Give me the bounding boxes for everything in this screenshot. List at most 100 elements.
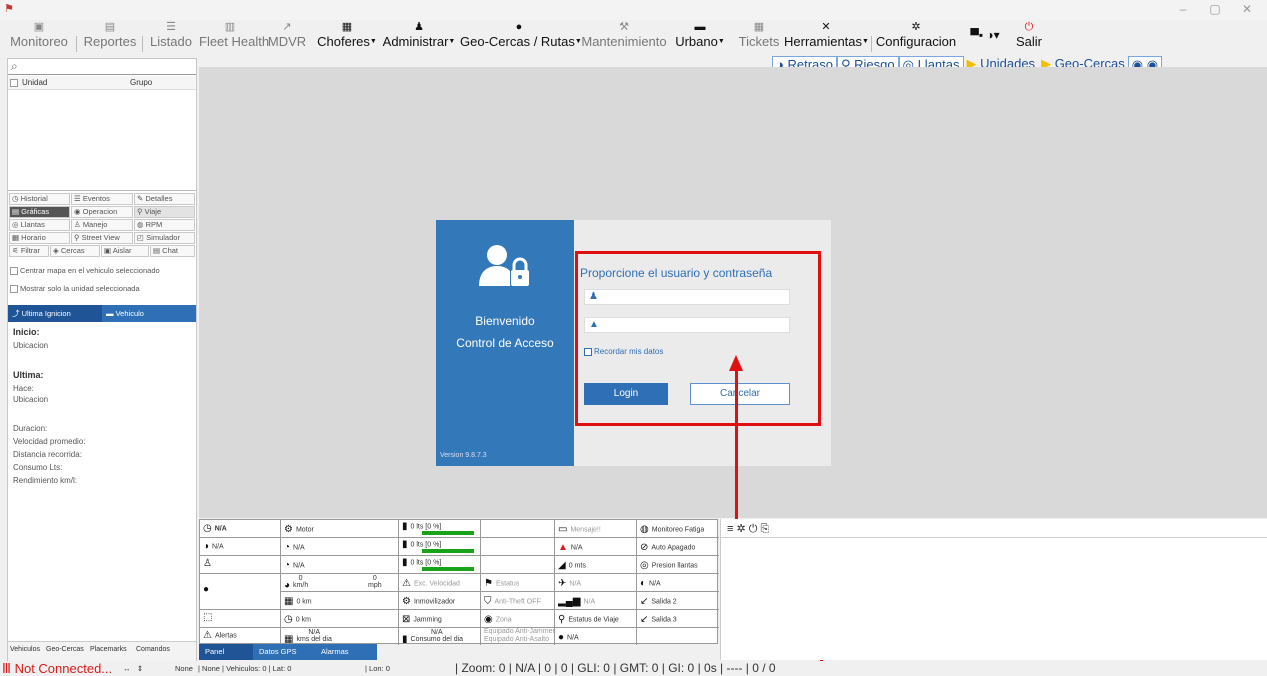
tire-pressure: ◎ Presion llantas bbox=[640, 560, 698, 571]
speed-kmh: ◕0 km/h bbox=[284, 575, 309, 591]
menu-label: Mantenimiento bbox=[581, 34, 667, 49]
center-map-checkbox[interactable]: Centrar mapa en el vehiculo seleccionado bbox=[10, 266, 160, 276]
menu-label: Tickets bbox=[738, 34, 780, 49]
command-tool-icons[interactable]: ≡ ✲ ⏻ ⎘ bbox=[727, 522, 769, 536]
aislar-button[interactable]: ▣ Aislar bbox=[101, 245, 149, 257]
menu-urbano[interactable]: ▬ Urbano▼ bbox=[669, 20, 731, 56]
velocidad-label: Velocidad promedio: bbox=[13, 437, 86, 446]
geocercas-toggle[interactable]: ▶ Geo-Cercas bbox=[1038, 56, 1128, 67]
minimize-button[interactable]: – bbox=[1168, 2, 1198, 16]
annotation-highlight-box bbox=[575, 251, 821, 426]
menu-tickets[interactable]: ▦ Tickets bbox=[735, 20, 783, 56]
llantas-button[interactable]: ◎ Llantas bbox=[9, 219, 70, 231]
tab-ultima-ignicion[interactable]: ⤴ Ultima Ignicion bbox=[8, 305, 102, 322]
retraso-toggle[interactable]: ◑ Retraso bbox=[772, 56, 837, 67]
menu-label: Listado bbox=[150, 34, 192, 49]
tab-geocercas[interactable]: Geo-Cercas bbox=[46, 646, 84, 653]
tab-vehiculo[interactable]: ▬ Vehiculo bbox=[102, 305, 196, 322]
button-row: ◎ Llantas ♙ Manejo ◍ RPM bbox=[8, 219, 196, 231]
unit-grid[interactable] bbox=[8, 90, 196, 191]
menu-label: Urbano▼ bbox=[675, 34, 725, 49]
menu-administrar[interactable]: ♟ Administrar▼ bbox=[380, 20, 458, 56]
tab-panel[interactable]: Panel bbox=[199, 644, 253, 660]
driver-icon: ♙ bbox=[203, 558, 212, 569]
welcome-text: Bienvenido bbox=[475, 314, 535, 328]
column-grupo[interactable]: Grupo bbox=[130, 78, 152, 87]
menu-herramientas[interactable]: ✕ Herramientas▼ bbox=[784, 20, 869, 56]
search-input[interactable]: ⌕ bbox=[8, 59, 196, 75]
tab-alarmas[interactable]: Alarmas bbox=[315, 644, 377, 660]
fatigue-monitor: ◍ Monitoreo Fatiga bbox=[640, 524, 705, 535]
inicio-ubicacion: Ubicacion bbox=[13, 341, 49, 350]
menu-choferes[interactable]: ▦ Choferes▼ bbox=[314, 20, 380, 56]
cercas-button[interactable]: ◈ Cercas bbox=[50, 245, 100, 257]
maximize-button[interactable]: ▢ bbox=[1200, 2, 1230, 16]
tab-placemarks[interactable]: Placemarks bbox=[90, 646, 127, 653]
menu-monitoreo[interactable]: ▣ Monitoreo bbox=[4, 20, 74, 56]
chat-button[interactable]: ▤ Chat bbox=[150, 245, 195, 257]
speed-status-2: ◔ N/A bbox=[284, 560, 305, 571]
close-button[interactable]: ✕ bbox=[1232, 2, 1262, 16]
menu-reportes[interactable]: ▤ Reportes bbox=[79, 20, 141, 56]
tab-comandos[interactable]: Comandos bbox=[136, 646, 170, 653]
operacion-button[interactable]: ◉ Operacion bbox=[71, 206, 133, 218]
filtrar-button[interactable]: ⚟ Filtrar bbox=[9, 245, 49, 257]
street-view-button[interactable]: ⚲ Street View bbox=[71, 232, 133, 244]
show-only-checkbox[interactable]: Mostrar solo la unidad seleccionada bbox=[10, 284, 140, 294]
monitor-icon: ▣ bbox=[33, 21, 45, 33]
riesgo-toggle[interactable]: ⚲ Riesgo bbox=[837, 56, 899, 67]
duracion-label: Duracion: bbox=[13, 424, 48, 433]
menu-geocercas-rutas[interactable]: ● Geo-Cercas / Rutas▼ bbox=[460, 20, 582, 56]
eventos-button[interactable]: ☰ Eventos bbox=[71, 193, 133, 205]
menu-fleet-health[interactable]: ▥ Fleet Health bbox=[199, 20, 269, 56]
historial-button[interactable]: ◷ Historial bbox=[9, 193, 70, 205]
viaje-button[interactable]: ⚲ Viaje bbox=[134, 206, 195, 218]
overspeed-status: ⚠ Exc. Velocidad bbox=[402, 578, 460, 589]
manejo-button[interactable]: ♙ Manejo bbox=[71, 219, 133, 231]
menu-mantenimiento[interactable]: ⚒ Mantenimiento bbox=[581, 20, 667, 56]
status-none: None bbox=[175, 664, 193, 673]
map-tool-icons[interactable]: ◉ ◉ bbox=[1127, 56, 1163, 67]
llantas-toggle[interactable]: ◎ Llantas bbox=[898, 56, 964, 67]
menu-salir[interactable]: ⏻ Salir bbox=[1012, 20, 1046, 56]
detalles-button[interactable]: ✎ Detalles bbox=[134, 193, 195, 205]
admin-users-icon: ♟ bbox=[414, 21, 424, 33]
tab-vehiculos[interactable]: Vehiculos bbox=[10, 646, 40, 653]
mdvr-icon: ↗ bbox=[282, 21, 292, 33]
annotation-arrow-head bbox=[729, 355, 743, 371]
auto-shutdown: ⊘ Auto Apagado bbox=[640, 542, 696, 553]
antitheft-status: ⛉ Anti-Theft OFF bbox=[484, 596, 541, 607]
map-pin-icon: ● bbox=[515, 21, 523, 33]
fuel-bar-2 bbox=[422, 549, 474, 553]
ticket-icon: ▦ bbox=[753, 21, 765, 33]
simulador-button[interactable]: ◰ Simulador bbox=[134, 232, 195, 244]
menu-mdvr[interactable]: ↗ MDVR bbox=[264, 20, 310, 56]
select-all-checkbox[interactable] bbox=[10, 78, 20, 87]
altitude-status: ◢ 0 mts bbox=[558, 560, 586, 571]
app-logo-icon: ⚑ bbox=[4, 3, 14, 15]
horario-button[interactable]: ▦ Horario bbox=[9, 232, 70, 244]
daily-consumption: ▮N/A Consumo del dia bbox=[402, 629, 464, 643]
left-bottom-tabs: Vehiculos Geo-Cercas Placemarks Comandos bbox=[8, 641, 196, 661]
quick-icons[interactable]: ▀▪ ◑▾ bbox=[958, 20, 1012, 56]
trip-status: ⚲ Estatus de Viaje bbox=[558, 614, 619, 625]
rpm-button[interactable]: ◍ RPM bbox=[134, 219, 195, 231]
button-row: ▦ Horario ⚲ Street View ◰ Simulador bbox=[8, 232, 196, 244]
status-vehicles-lat: | None | Vehiculos: 0 | Lat: 0 bbox=[198, 664, 292, 673]
route-icon: ⬚ bbox=[203, 612, 213, 623]
alarm-status: ▲ N/A bbox=[558, 542, 583, 553]
anti-jammer-status: Equipado Anti-Jammer Equipado Anti-Asalto bbox=[484, 628, 555, 643]
column-unidad[interactable]: Unidad bbox=[22, 78, 47, 87]
menu-listado[interactable]: ☰ Listado bbox=[144, 20, 198, 56]
alerts-status: ⚠ Alertas bbox=[203, 630, 237, 641]
rendimiento-label: Rendimiento km/l: bbox=[13, 476, 78, 485]
unidades-toggle[interactable]: ▶ Unidades bbox=[964, 56, 1039, 67]
graficas-button[interactable]: ▤ Gráficas bbox=[9, 206, 70, 218]
menu-configuracion[interactable]: ✲ Configuracion bbox=[874, 20, 958, 56]
ultima-ubicacion: Ubicacion bbox=[13, 395, 49, 404]
driver-card-icon: ▦ bbox=[341, 21, 353, 33]
tab-datos-gps[interactable]: Datos GPS bbox=[253, 644, 315, 660]
report-icon: ▤ bbox=[104, 21, 116, 33]
tools-icon: ✕ bbox=[821, 21, 831, 33]
status-lon: | Lon: 0 bbox=[365, 664, 390, 673]
